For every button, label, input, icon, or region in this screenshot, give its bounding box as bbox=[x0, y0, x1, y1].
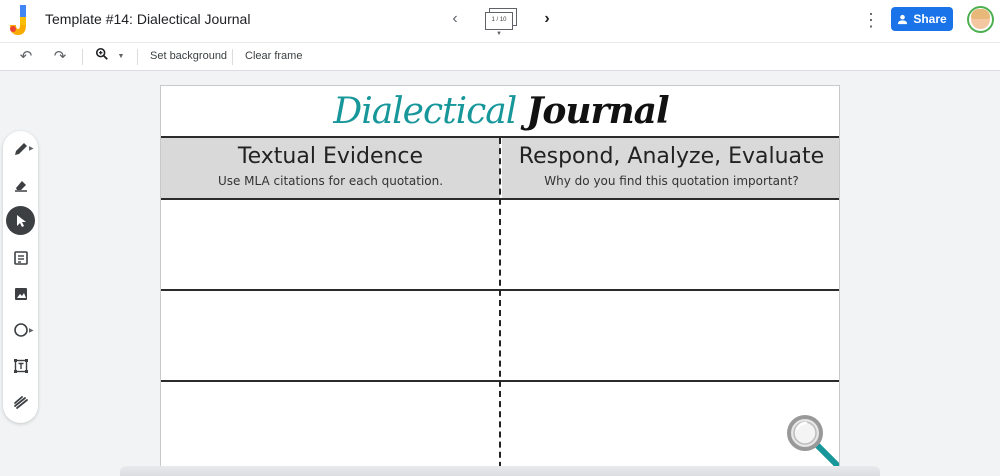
redo-icon: ↷ bbox=[53, 48, 67, 65]
column-header-respond: Respond, Analyze, Evaluate Why do you fi… bbox=[502, 138, 839, 199]
frame-bar-toggle[interactable]: 1 / 10 ▼ bbox=[482, 7, 518, 37]
zoom-dropdown[interactable]: ▼ bbox=[115, 47, 127, 67]
clear-frame-button[interactable]: Clear frame bbox=[245, 50, 302, 62]
chevron-left-icon: ‹ bbox=[452, 10, 458, 27]
next-frame-button[interactable]: › bbox=[537, 8, 557, 30]
image-tool[interactable] bbox=[6, 279, 35, 308]
column-header-textual-evidence: Textual Evidence Use MLA citations for e… bbox=[161, 138, 500, 199]
frame-shadow bbox=[120, 466, 880, 476]
pen-icon bbox=[14, 142, 27, 155]
toolbar-divider bbox=[82, 49, 83, 65]
magnifying-glass-icon bbox=[787, 415, 839, 469]
person-add-icon bbox=[898, 14, 908, 24]
undo-button[interactable]: ↶ bbox=[16, 47, 36, 67]
document-title[interactable]: Template #14: Dialectical Journal bbox=[45, 11, 250, 27]
set-background-button[interactable]: Set background bbox=[150, 50, 227, 62]
jamboard-logo-icon[interactable] bbox=[8, 5, 30, 37]
toolbar-divider bbox=[232, 49, 233, 65]
column-subtitle: Use MLA citations for each quotation. bbox=[217, 174, 444, 188]
tools-panel: ▶ ▶ bbox=[3, 131, 38, 423]
image-icon bbox=[14, 287, 27, 300]
previous-frame-button[interactable]: ‹ bbox=[445, 8, 465, 30]
zoom-button[interactable] bbox=[92, 47, 112, 67]
column-divider-dashed bbox=[499, 138, 501, 476]
eraser-icon bbox=[14, 180, 27, 192]
user-avatar[interactable] bbox=[967, 6, 994, 33]
column-title: Respond, Analyze, Evaluate bbox=[518, 144, 825, 169]
frame-counter-label: 1 / 10 bbox=[485, 12, 513, 30]
column-subtitle: Why do you find this quotation important… bbox=[544, 174, 799, 188]
sticky-note-icon bbox=[13, 250, 28, 265]
toolbar-divider bbox=[137, 49, 138, 65]
share-label: Share bbox=[913, 12, 947, 26]
share-button[interactable]: Share bbox=[891, 7, 953, 31]
text-box-icon bbox=[13, 358, 28, 373]
sticky-note-tool[interactable] bbox=[6, 243, 35, 272]
journal-title-word1: Dialectical bbox=[333, 91, 517, 132]
eraser-tool[interactable] bbox=[6, 170, 35, 199]
app-header: Template #14: Dialectical Journal ‹ 1 / … bbox=[0, 0, 1000, 42]
more-options-button[interactable]: ⋮ bbox=[862, 9, 880, 31]
undo-icon: ↶ bbox=[19, 48, 33, 65]
journal-title: Dialectical Journal bbox=[161, 86, 839, 138]
circle-icon bbox=[13, 322, 28, 337]
redo-button[interactable]: ↷ bbox=[50, 47, 70, 67]
more-vert-icon: ⋮ bbox=[862, 10, 880, 30]
select-arrow-icon bbox=[16, 214, 26, 227]
caret-down-icon: ▼ bbox=[117, 53, 125, 60]
column-title: Textual Evidence bbox=[237, 144, 424, 169]
chevron-right-icon: › bbox=[544, 10, 550, 27]
caret-right-icon: ▶ bbox=[29, 328, 34, 334]
caret-right-icon: ▶ bbox=[29, 146, 34, 152]
toolbar: ↶ ↷ ▼ Set background Clear frame bbox=[0, 42, 1000, 71]
jam-frame-canvas[interactable]: Dialectical Journal Textual Evidence Use … bbox=[160, 85, 840, 476]
avatar-hair bbox=[971, 9, 990, 19]
zoom-in-icon bbox=[95, 47, 108, 60]
text-box-tool[interactable] bbox=[6, 351, 35, 380]
laser-icon bbox=[13, 395, 28, 409]
caret-down-icon: ▼ bbox=[496, 31, 502, 37]
journal-title-word2: Journal bbox=[526, 90, 669, 132]
select-tool[interactable] bbox=[6, 206, 35, 235]
laser-tool[interactable] bbox=[6, 387, 35, 416]
